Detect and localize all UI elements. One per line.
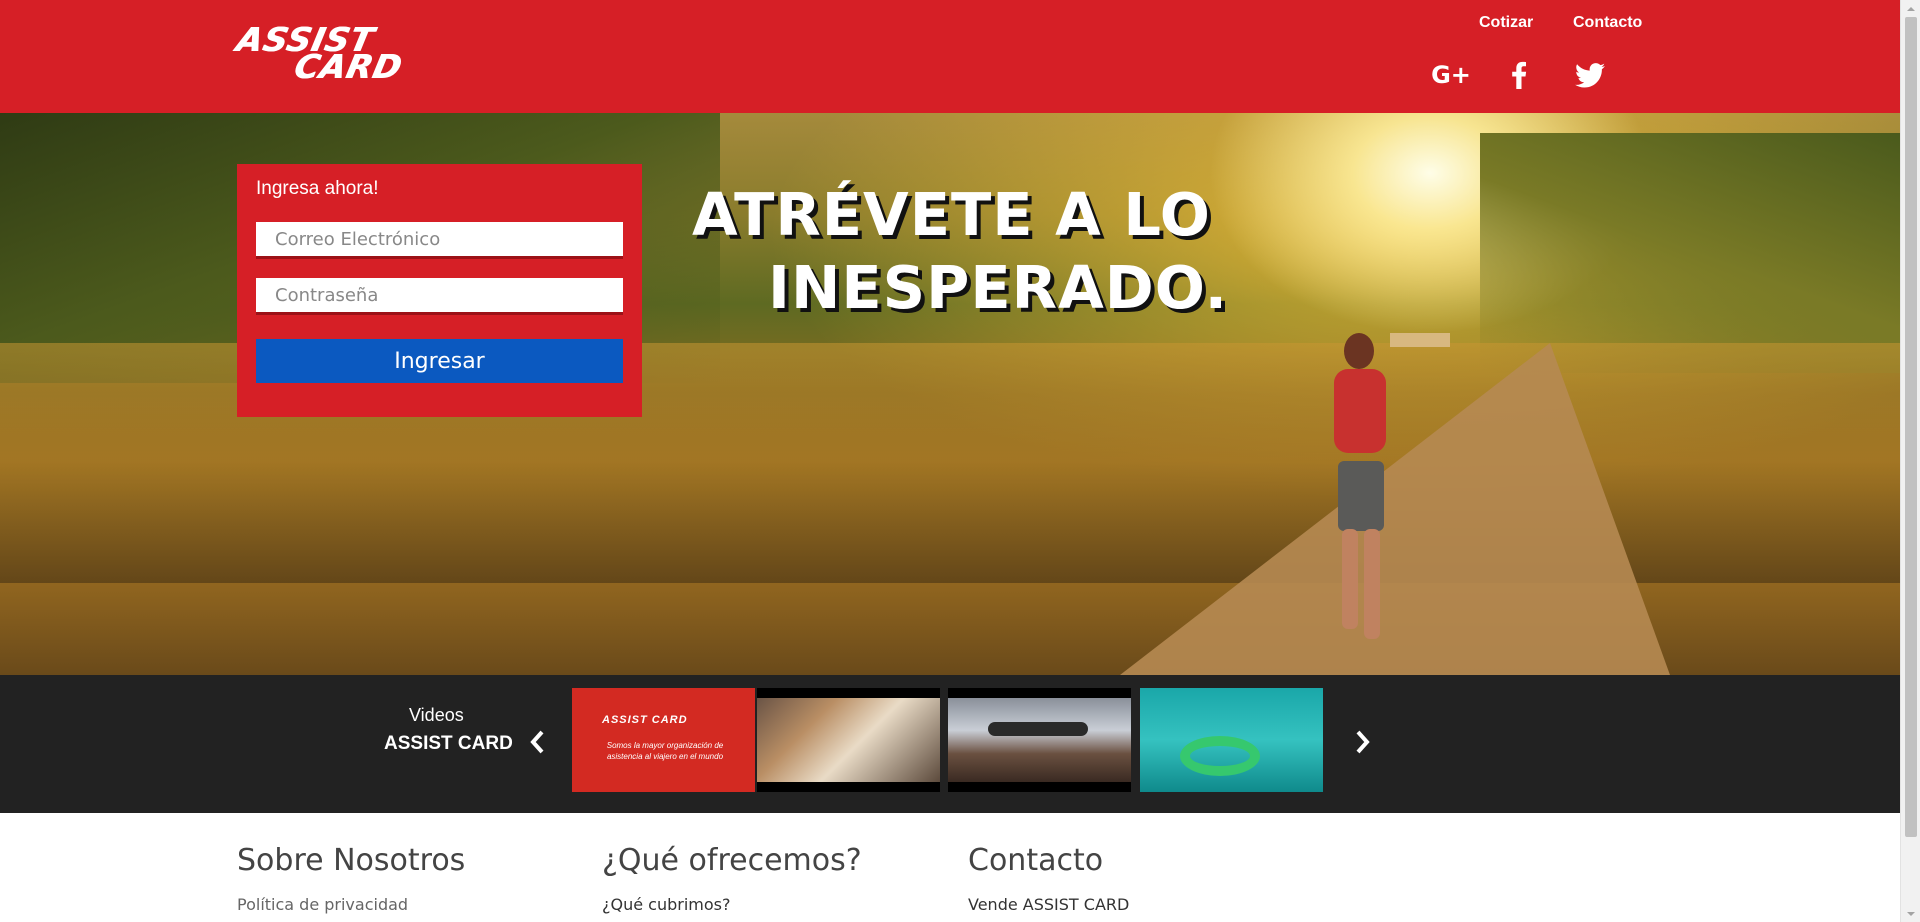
facebook-icon[interactable] [1504,58,1534,92]
site-header: ASSIST CARD Cotizar Contacto G+ [0,0,1900,113]
video-thumbnail-1[interactable]: ASSIST CARD Somos la mayor organización … [572,688,755,792]
hero-headline-line-1: ATRÉVETE A LO [692,180,1211,249]
scroll-down-arrow-icon[interactable] [1901,905,1920,922]
scrollbar-thumb[interactable] [1905,17,1917,837]
page: ASSIST CARD Cotizar Contacto G+ ATRÉVETE… [0,0,1920,922]
assist-card-logo[interactable]: ASSIST CARD [233,20,447,86]
scroll-up-arrow-icon[interactable] [1901,0,1920,17]
hero-headline-line-2: INESPERADO. [768,253,1229,322]
vertical-scrollbar[interactable] [1900,0,1920,922]
footer-title-about: Sobre Nosotros [237,843,466,878]
hero-hills-right [1480,133,1900,373]
videos-brand-label: ASSIST CARD [384,733,513,754]
login-form: Ingresa ahora! Ingresar [237,164,642,417]
nav-contacto-link[interactable]: Contacto [1573,14,1642,32]
login-button[interactable]: Ingresar [256,339,623,383]
video-thumbnail-2[interactable] [757,688,940,792]
twitter-glyph [1575,62,1605,87]
password-field[interactable] [256,278,623,315]
footer-column-offer: ¿Qué ofrecemos? ¿Qué cubrimos? [602,843,862,914]
hiker-backpack [1334,369,1386,453]
footer-title-contact: Contacto [968,843,1104,878]
video-thumbnail-float-ring [1180,736,1260,776]
google-plus-label: G+ [1431,61,1471,89]
email-field[interactable] [256,222,623,259]
twitter-icon[interactable] [1573,58,1607,92]
video-thumbnail-tagline: Somos la mayor organización de asistenci… [606,741,724,761]
chevron-left-icon[interactable] [523,728,551,756]
login-title: Ingresa ahora! [256,178,379,199]
footer-column-contact: Contacto Vende ASSIST CARD [968,843,1129,914]
chevron-right-icon[interactable] [1349,728,1377,756]
google-plus-icon[interactable]: G+ [1431,58,1471,92]
sell-assist-card-link[interactable]: Vende ASSIST CARD [968,895,1129,914]
footer-title-offer: ¿Qué ofrecemos? [602,843,862,878]
video-thumbnail-airplane [988,722,1088,736]
video-thumbnail-brand: ASSIST CARD [602,714,688,726]
video-thumbnail-3[interactable] [948,688,1131,792]
nav-cotizar-link[interactable]: Cotizar [1479,14,1533,32]
privacy-policy-link[interactable]: Política de privacidad [237,895,408,914]
videos-strip: Videos ASSIST CARD ASSIST CARD Somos la … [0,675,1900,813]
facebook-glyph [1512,61,1527,89]
logo-line-2: CARD [290,47,406,86]
hero-hiker [1320,333,1400,653]
videos-label: Videos [409,705,464,725]
coverage-link[interactable]: ¿Qué cubrimos? [602,895,730,914]
footer-column-about: Sobre Nosotros Política de privacidad [237,843,466,914]
video-thumbnail-4[interactable] [1140,688,1323,792]
